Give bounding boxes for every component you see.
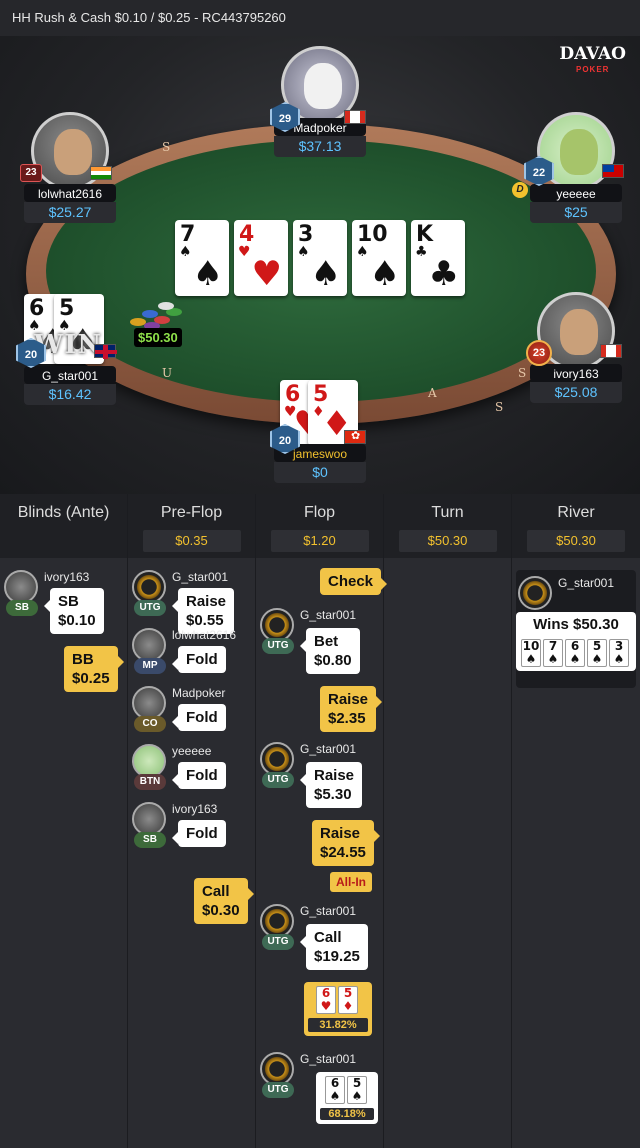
uk-flag-icon: [94, 344, 117, 359]
playing-card: 4 ♥ ♥: [234, 220, 288, 296]
player-name: yeeeee: [530, 184, 622, 202]
player-name: lolwhat2616: [24, 184, 116, 202]
action-bubble: Fold: [172, 646, 226, 673]
action-bubble: Fold: [172, 704, 226, 731]
seat-madpoker[interactable]: Madpoker $37.13 29: [268, 46, 372, 157]
avatar: [132, 686, 166, 720]
mini-card: 3 ♠: [609, 639, 629, 667]
avatar: [260, 1052, 294, 1086]
player-stack: $25.08: [530, 382, 622, 403]
action-bubble: Fold: [172, 820, 226, 847]
action-bubble: Raise $2.35: [320, 686, 383, 732]
player-name: G_star001: [24, 366, 116, 384]
seat-ivory163[interactable]: ivory163 $25.08 23: [524, 292, 628, 403]
column-header: Turn $50.30: [384, 494, 511, 558]
winning-hand-box: Wins $50.30 10 ♠ 7 ♠ 6 ♠ 5 ♠ 3 ♠: [516, 612, 636, 671]
taiwan-flag-icon: [602, 164, 624, 178]
mini-card: 7 ♠: [543, 639, 563, 667]
avatar: [4, 570, 38, 604]
action-bubble: Check: [320, 568, 388, 595]
street-pot: $1.20: [270, 530, 369, 552]
player-stack: $0: [274, 462, 366, 483]
mini-card: 10 ♠: [521, 639, 541, 667]
avatar: [132, 802, 166, 836]
avatar: [132, 570, 166, 604]
level-badge: 23: [526, 340, 552, 366]
column-header: Pre-Flop $0.35: [128, 494, 255, 558]
mini-card: 5 ♠: [587, 639, 607, 667]
player-stack: $25.27: [24, 202, 116, 223]
rail-letter: U: [162, 366, 173, 380]
street-pot: $0.35: [142, 530, 241, 552]
avatar: [132, 628, 166, 662]
mini-card: 6 ♥: [316, 986, 336, 1014]
poker-table-area: DAVAO POKER S S U S A $50.30 Madpoker $37…: [0, 36, 640, 494]
column-header: Flop $1.20: [256, 494, 383, 558]
equity-percent: 31.82%: [308, 1018, 368, 1032]
column-header: River $50.30: [512, 494, 640, 558]
canada-flag-icon: [600, 344, 622, 358]
equity-box: 6 ♠ 5 ♠ 68.18%: [316, 1072, 378, 1124]
pot-amount: $50.30: [134, 328, 182, 347]
street-pot: $50.30: [527, 530, 625, 552]
action-bubble: Bet $0.80: [300, 628, 360, 674]
mini-card: 5 ♠: [347, 1076, 367, 1104]
column-title: Blinds (Ante): [0, 494, 127, 558]
player-stack: $25: [530, 202, 622, 223]
avatar: [260, 608, 294, 642]
playing-card: 10 ♠ ♠: [352, 220, 406, 296]
action-bubble: Call $0.30: [194, 878, 254, 924]
action-bubble: Fold: [172, 762, 226, 789]
rail-letter: A: [428, 386, 437, 400]
india-flag-icon: [90, 166, 112, 180]
seat-yeeeee[interactable]: yeeeee $25 22 D: [512, 112, 628, 223]
dealer-button: D: [512, 182, 528, 198]
avatar: [260, 904, 294, 938]
playing-card: K ♣ ♣: [411, 220, 465, 296]
mini-card: 5 ♦: [338, 986, 358, 1014]
street-pot: $50.30: [398, 530, 497, 552]
action-bubble: SB $0.10: [44, 588, 104, 634]
seat-lolwhat2616[interactable]: lolwhat2616 $25.27 23: [18, 112, 122, 223]
mini-card: 6 ♠: [325, 1076, 345, 1104]
level-badge: 23: [20, 164, 42, 182]
hand-history-title: HH Rush & Cash $0.10 / $0.25 - RC4437952…: [0, 0, 640, 36]
rail-letter: S: [162, 140, 171, 154]
playing-card: 7 ♠ ♠: [175, 220, 229, 296]
rail-letter: S: [495, 400, 504, 414]
avatar: [518, 576, 552, 610]
avatar: [260, 742, 294, 776]
equity-box: 6 ♥ 5 ♦ 31.82%: [304, 982, 372, 1036]
column-turn: Turn $50.30: [384, 494, 512, 1148]
canada-flag-icon: [344, 110, 366, 124]
avatar: [132, 744, 166, 778]
player-name: ivory163: [530, 364, 622, 382]
playing-card: 3 ♠ ♠: [293, 220, 347, 296]
action-bubble: BB $0.25: [64, 646, 124, 692]
player-stack: $37.13: [274, 136, 366, 157]
action-bubble: Raise $5.30: [299, 762, 363, 808]
seat-jameswoo[interactable]: 6♥♥5♦♦ jameswoo $0 20: [268, 380, 372, 483]
equity-percent: 68.18%: [320, 1108, 374, 1120]
davao-poker-logo: DAVAO POKER: [559, 44, 626, 75]
mini-card: 6 ♠: [565, 639, 585, 667]
winner-result: Wins $50.30: [533, 616, 619, 633]
hong-kong-flag-icon: [344, 429, 366, 444]
action-bubble: Raise $24.55: [312, 820, 380, 866]
action-bubble: Call $19.25: [300, 924, 368, 970]
all-in-badge: All-In: [330, 872, 372, 892]
player-stack: $16.42: [24, 384, 116, 405]
